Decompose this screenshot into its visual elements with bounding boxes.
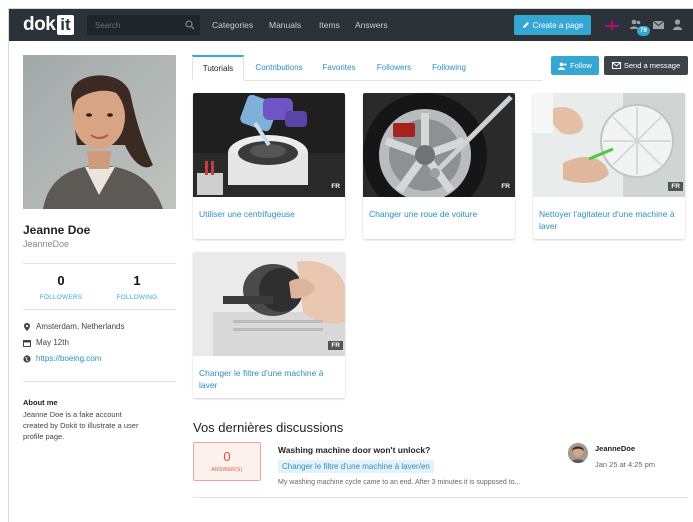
profile-tabs: Tutorials Contributions Favorites Follow… [192, 55, 542, 81]
language-badge: FR [498, 182, 513, 191]
divider [193, 497, 688, 498]
search-input[interactable] [87, 15, 200, 35]
profile-username: JeanneDoe [23, 239, 70, 249]
following-count: 1 [133, 273, 141, 288]
person-portrait [23, 55, 176, 209]
create-page-button[interactable]: Create a page [514, 15, 591, 35]
envelope-icon[interactable] [652, 18, 665, 31]
tutorial-card[interactable]: FR Nettoyer l'agitateur d'une machine à … [533, 93, 685, 239]
uk-flag-icon[interactable] [605, 21, 619, 30]
discussion-tag[interactable]: Changer le filtre d'une machine à laver/… [278, 460, 434, 473]
follow-label: Follow [570, 61, 592, 70]
profile-name: Jeanne Doe [23, 223, 91, 237]
about-text: Jeanne Doe is a fake account created by … [23, 410, 139, 441]
nav-categories[interactable]: Categories [212, 9, 253, 41]
washing-machine-filter-image [193, 252, 345, 356]
tutorial-card[interactable]: FR Changer le filtre d'une machine à lav… [193, 252, 345, 398]
send-message-button[interactable]: Send a message [604, 56, 688, 75]
nav-manuals[interactable]: Manuals [269, 9, 301, 41]
user-avatar [568, 443, 588, 463]
profile-photo [23, 55, 176, 209]
answers-count-box[interactable]: 0 ANSWER(S) [193, 442, 261, 481]
divider [23, 381, 176, 382]
user-plus-icon [558, 62, 567, 70]
notification-badge: 79 [637, 26, 650, 36]
discussion-date: Jan 25 at 4:25 pm [595, 460, 656, 469]
tab-following[interactable]: Following [424, 55, 474, 81]
tutorial-title[interactable]: Nettoyer l'agitateur d'une machine à lav… [539, 208, 681, 232]
followers-stat[interactable]: 0 FOLLOWERS [26, 273, 96, 301]
search-icon[interactable] [185, 20, 195, 30]
centrifuge-image [193, 93, 345, 197]
location-row: Amsterdam, Netherlands [23, 322, 124, 331]
tutorial-card[interactable]: FR Utiliser une centrifugeuse [193, 93, 345, 239]
following-stat[interactable]: 1 FOLLOWING [102, 273, 172, 301]
tutorial-title[interactable]: Changer une roue de voiture [369, 208, 511, 220]
answers-label: ANSWER(S) [211, 467, 243, 473]
follow-button[interactable]: Follow [551, 56, 599, 75]
dokit-logo[interactable]: dok it [23, 14, 74, 36]
globe-icon [23, 354, 31, 363]
divider [23, 263, 176, 264]
divider [23, 309, 176, 310]
map-marker-icon [24, 322, 30, 331]
date-text: May 12th [36, 338, 69, 347]
user-icon[interactable] [671, 18, 684, 31]
tutorial-card[interactable]: FR Changer une roue de voiture [363, 93, 515, 239]
envelope-icon [611, 62, 621, 69]
logo-word: dok [23, 14, 56, 35]
tutorial-thumbnail [193, 252, 345, 356]
tab-contributions[interactable]: Contributions [249, 55, 309, 81]
search-box [87, 15, 200, 35]
discussion-title[interactable]: Washing machine door won't unlock? [278, 445, 430, 455]
discussion-user[interactable]: JeanneDoe [595, 444, 635, 453]
nav-answers[interactable]: Answers [355, 9, 388, 41]
tutorial-title[interactable]: Changer le filtre d'une machine à laver [199, 367, 341, 391]
tutorial-thumbnail [363, 93, 515, 197]
about-heading: About me [23, 398, 58, 407]
following-label: FOLLOWING [116, 294, 158, 301]
tab-tutorials[interactable]: Tutorials [192, 55, 244, 81]
location-text: Amsterdam, Netherlands [36, 322, 125, 331]
tutorial-title[interactable]: Utiliser une centrifugeuse [199, 208, 341, 220]
top-navbar: dok it Categories Manuals Items Answers … [9, 9, 693, 41]
date-row: May 12th [23, 338, 69, 347]
send-message-label: Send a message [623, 61, 681, 70]
website-row: https://boeing.com [23, 354, 101, 363]
language-badge: FR [328, 341, 343, 350]
create-page-label: Create a page [532, 20, 584, 30]
tutorial-thumbnail [533, 93, 685, 197]
website-link[interactable]: https://boeing.com [36, 354, 101, 363]
washing-machine-agitator-image [533, 93, 685, 197]
discussion-avatar[interactable] [568, 443, 588, 463]
discussion-excerpt: My washing machine cycle came to an end.… [278, 479, 521, 486]
nav-items[interactable]: Items [319, 9, 340, 41]
followers-count: 0 [57, 273, 65, 288]
discussions-heading: Vos dernières discussions [193, 420, 344, 435]
tab-followers[interactable]: Followers [369, 55, 419, 81]
language-badge: FR [328, 182, 343, 191]
answers-count: 0 [223, 449, 231, 464]
calendar-icon [23, 339, 31, 347]
pencil-icon [522, 22, 529, 28]
followers-label: FOLLOWERS [39, 294, 83, 301]
tab-favorites[interactable]: Favorites [314, 55, 364, 81]
logo-box: it [57, 15, 74, 35]
tutorial-thumbnail [193, 93, 345, 197]
car-wheel-image [363, 93, 515, 197]
language-badge: FR [668, 182, 683, 191]
page: dok it Categories Manuals Items Answers … [8, 8, 693, 522]
